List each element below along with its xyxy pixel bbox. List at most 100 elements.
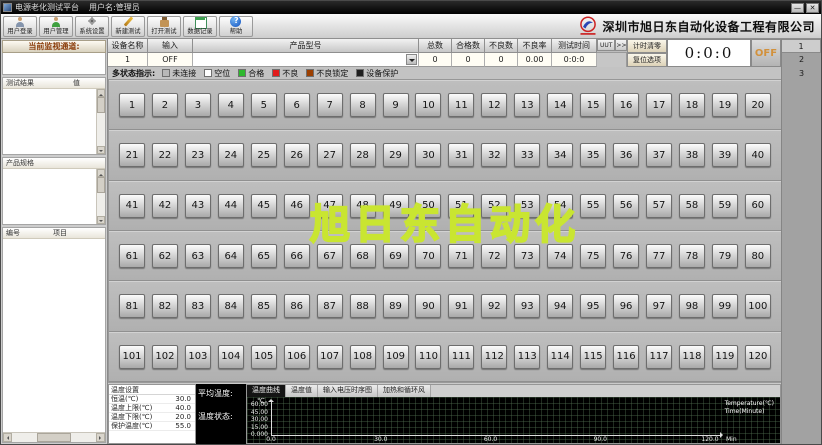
channel-button-16[interactable]: 16 <box>613 93 640 118</box>
channel-button-51[interactable]: 51 <box>448 193 475 218</box>
channel-button-36[interactable]: 36 <box>613 143 640 168</box>
channel-button-66[interactable]: 66 <box>283 244 310 269</box>
channel-button-110[interactable]: 110 <box>415 344 442 369</box>
channel-button-56[interactable]: 56 <box>613 193 640 218</box>
channel-button-64[interactable]: 64 <box>217 244 244 269</box>
channel-button-57[interactable]: 57 <box>646 193 672 218</box>
channel-button-4[interactable]: 4 <box>217 93 244 118</box>
channel-button-65[interactable]: 65 <box>250 244 277 269</box>
channel-button-87[interactable]: 87 <box>316 294 343 319</box>
channel-button-67[interactable]: 67 <box>316 244 343 269</box>
channel-button-43[interactable]: 43 <box>184 193 211 218</box>
channel-button-45[interactable]: 45 <box>250 193 277 218</box>
scroll-track[interactable] <box>12 433 96 442</box>
side-tab-3[interactable]: 3 <box>782 67 821 81</box>
channel-button-52[interactable]: 52 <box>481 193 508 218</box>
channel-button-32[interactable]: 32 <box>481 143 508 168</box>
channel-button-82[interactable]: 82 <box>151 294 178 319</box>
channel-button-113[interactable]: 113 <box>514 344 541 369</box>
channel-button-5[interactable]: 5 <box>250 93 277 118</box>
channel-button-2[interactable]: 2 <box>151 93 178 118</box>
timer-clear-button[interactable]: 计时清零 <box>627 39 667 53</box>
channel-button-63[interactable]: 63 <box>184 244 211 269</box>
channel-button-58[interactable]: 58 <box>678 193 705 218</box>
channel-button-104[interactable]: 104 <box>217 344 244 369</box>
channel-button-41[interactable]: 41 <box>119 193 145 218</box>
channel-button-90[interactable]: 90 <box>415 294 442 319</box>
horizontal-scrollbar[interactable] <box>3 432 105 442</box>
channel-button-38[interactable]: 38 <box>678 143 705 168</box>
channel-button-8[interactable]: 8 <box>349 93 376 118</box>
channel-button-59[interactable]: 59 <box>711 193 738 218</box>
channel-button-94[interactable]: 94 <box>547 294 574 319</box>
channel-button-21[interactable]: 21 <box>119 143 145 168</box>
channel-button-46[interactable]: 46 <box>283 193 310 218</box>
vertical-scrollbar[interactable] <box>96 169 105 224</box>
channel-button-11[interactable]: 11 <box>448 93 475 118</box>
channel-button-14[interactable]: 14 <box>547 93 574 118</box>
scroll-up-button[interactable] <box>97 89 105 97</box>
channel-button-97[interactable]: 97 <box>646 294 672 319</box>
scroll-right-button[interactable] <box>96 433 105 442</box>
channel-button-40[interactable]: 40 <box>744 143 771 168</box>
channel-button-80[interactable]: 80 <box>744 244 771 269</box>
device-name-value[interactable]: 1 <box>108 53 148 67</box>
scroll-track[interactable] <box>97 177 105 216</box>
chart-tab-1[interactable]: 温度值 <box>286 385 318 397</box>
open-test-button[interactable]: 打开测试 <box>147 15 181 37</box>
channel-button-118[interactable]: 118 <box>678 344 705 369</box>
channel-button-26[interactable]: 26 <box>283 143 310 168</box>
channel-button-10[interactable]: 10 <box>415 93 442 118</box>
channel-button-102[interactable]: 102 <box>151 344 178 369</box>
user-login-button[interactable]: 用户登录 <box>3 15 37 37</box>
channel-button-81[interactable]: 81 <box>119 294 145 319</box>
channel-button-73[interactable]: 73 <box>514 244 541 269</box>
channel-button-34[interactable]: 34 <box>547 143 574 168</box>
channel-button-96[interactable]: 96 <box>613 294 640 319</box>
channel-button-33[interactable]: 33 <box>514 143 541 168</box>
channel-button-76[interactable]: 76 <box>613 244 640 269</box>
channel-button-30[interactable]: 30 <box>415 143 442 168</box>
scroll-track[interactable] <box>97 97 105 146</box>
channel-button-115[interactable]: 115 <box>580 344 607 369</box>
chevron-down-icon[interactable] <box>406 54 417 65</box>
channel-button-120[interactable]: 120 <box>744 344 771 369</box>
user-manage-button[interactable]: 用户管理 <box>39 15 73 37</box>
channel-button-119[interactable]: 119 <box>711 344 738 369</box>
channel-button-42[interactable]: 42 <box>151 193 178 218</box>
scroll-up-button[interactable] <box>97 169 105 177</box>
side-tab-1[interactable]: 1 <box>782 39 821 53</box>
channel-button-25[interactable]: 25 <box>250 143 277 168</box>
channel-button-37[interactable]: 37 <box>646 143 672 168</box>
close-button[interactable]: ✕ <box>806 2 819 13</box>
channel-button-22[interactable]: 22 <box>151 143 178 168</box>
channel-button-48[interactable]: 48 <box>349 193 376 218</box>
channel-button-39[interactable]: 39 <box>711 143 738 168</box>
channel-button-47[interactable]: 47 <box>316 193 343 218</box>
channel-button-49[interactable]: 49 <box>382 193 409 218</box>
input-value[interactable]: OFF <box>148 53 193 67</box>
chart-tab-0[interactable]: 温度曲线 <box>247 385 286 397</box>
channel-button-9[interactable]: 9 <box>382 93 409 118</box>
channel-button-99[interactable]: 99 <box>711 294 738 319</box>
channel-button-116[interactable]: 116 <box>613 344 640 369</box>
channel-button-92[interactable]: 92 <box>481 294 508 319</box>
channel-button-53[interactable]: 53 <box>514 193 541 218</box>
channel-button-88[interactable]: 88 <box>349 294 376 319</box>
channel-button-106[interactable]: 106 <box>283 344 310 369</box>
help-button[interactable]: 帮助 <box>219 15 253 37</box>
channel-button-1[interactable]: 1 <box>119 93 145 118</box>
channel-button-35[interactable]: 35 <box>580 143 607 168</box>
channel-button-69[interactable]: 69 <box>382 244 409 269</box>
channel-button-23[interactable]: 23 <box>184 143 211 168</box>
channel-button-78[interactable]: 78 <box>678 244 705 269</box>
vertical-scrollbar[interactable] <box>96 89 105 154</box>
scroll-down-button[interactable] <box>97 146 105 154</box>
channel-button-95[interactable]: 95 <box>580 294 607 319</box>
channel-button-85[interactable]: 85 <box>250 294 277 319</box>
channel-button-28[interactable]: 28 <box>349 143 376 168</box>
channel-button-70[interactable]: 70 <box>415 244 442 269</box>
channel-button-111[interactable]: 111 <box>448 344 475 369</box>
channel-button-13[interactable]: 13 <box>514 93 541 118</box>
channel-button-18[interactable]: 18 <box>678 93 705 118</box>
